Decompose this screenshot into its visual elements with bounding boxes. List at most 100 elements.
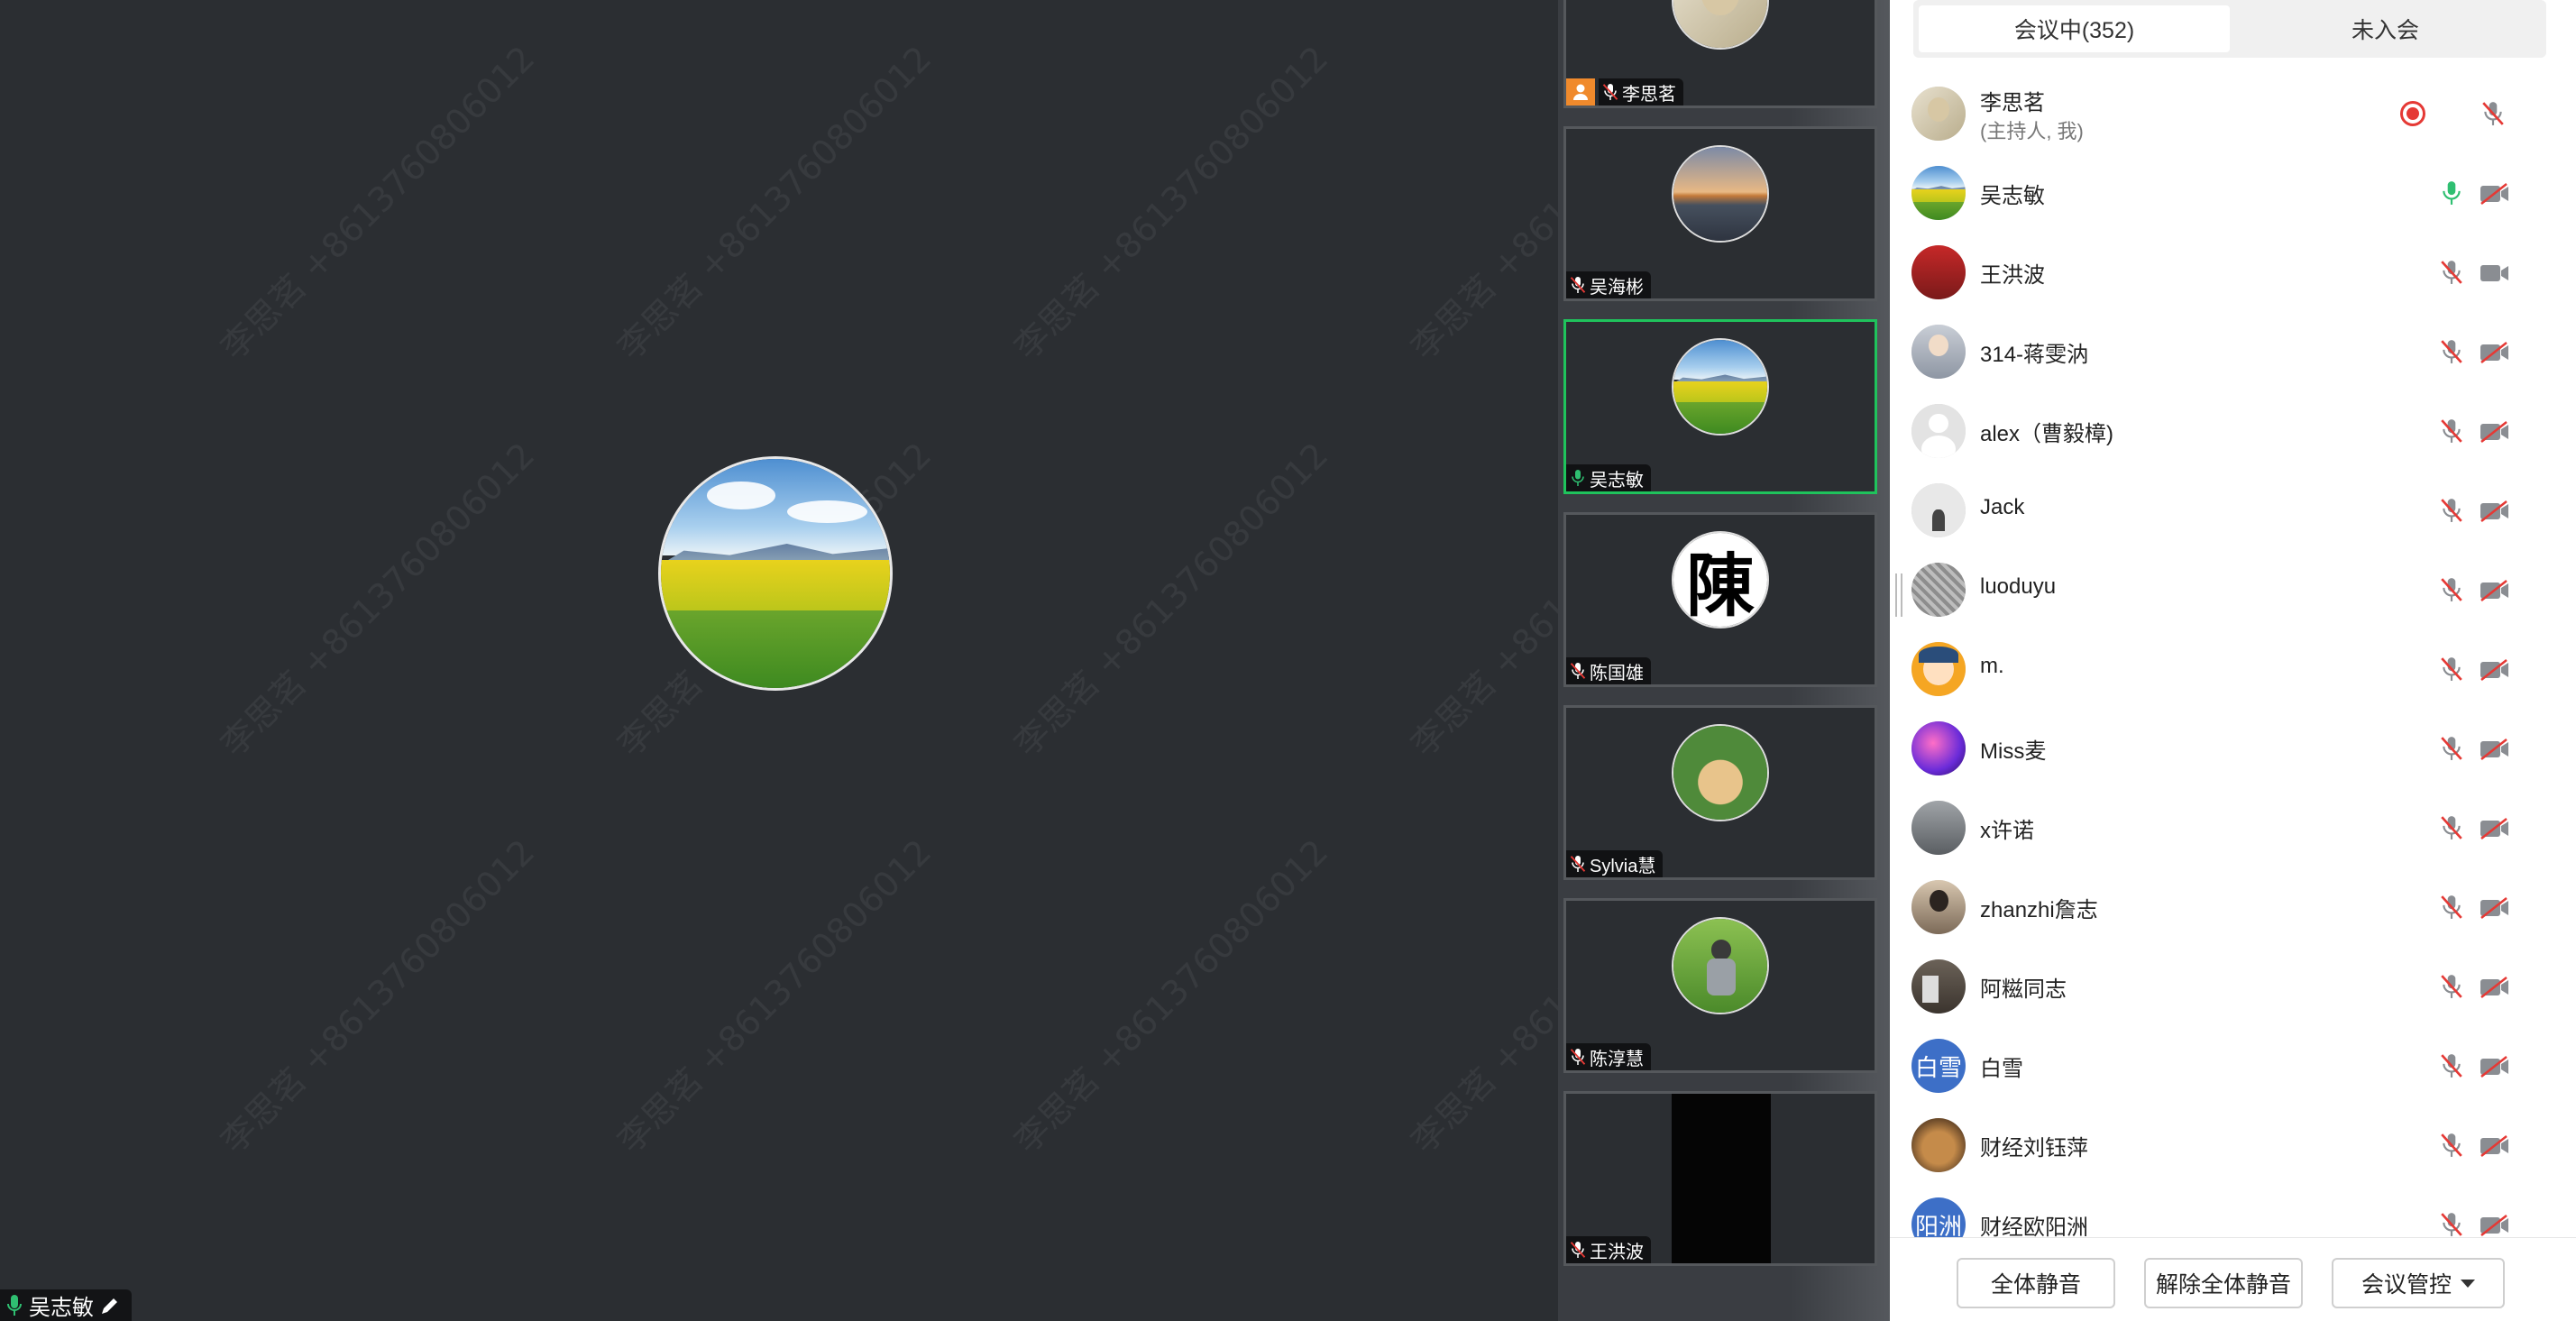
tile-avatar: 陳 bbox=[1672, 531, 1769, 628]
participant-name: x许诺 bbox=[1980, 819, 2034, 843]
camera-off-icon[interactable] bbox=[2480, 817, 2510, 840]
camera-on-icon[interactable] bbox=[2480, 261, 2510, 285]
mic-muted-icon[interactable] bbox=[2440, 1212, 2465, 1237]
tile-name-tag: 吴海彬 bbox=[1566, 271, 1651, 298]
mic-muted-icon[interactable] bbox=[2440, 894, 2465, 922]
camera-off-icon[interactable] bbox=[2480, 420, 2510, 444]
avatar: 阳洲 bbox=[1911, 1197, 1966, 1237]
participant-row[interactable]: m. bbox=[1890, 629, 2576, 709]
video-tile[interactable]: 王洪波 bbox=[1563, 1091, 1877, 1266]
participant-row[interactable]: 阿糍同志 bbox=[1890, 947, 2576, 1026]
main-speaker-name-tag[interactable]: 吴志敏 bbox=[0, 1289, 132, 1321]
video-tile[interactable]: 李思茗 bbox=[1563, 0, 1877, 108]
participant-name: 财经刘钰萍 bbox=[1980, 1136, 2088, 1160]
mic-muted-icon bbox=[1570, 1048, 1586, 1066]
mic-muted-icon[interactable] bbox=[2440, 815, 2465, 842]
mic-muted-icon[interactable] bbox=[2481, 101, 2507, 128]
participant-row[interactable]: alex（曹毅樟) bbox=[1890, 391, 2576, 471]
participant-row[interactable]: 李思茗 (主持人, 我) bbox=[1890, 74, 2576, 153]
avatar bbox=[1911, 325, 1966, 379]
camera-off-icon[interactable] bbox=[2480, 182, 2510, 206]
avatar bbox=[1911, 642, 1966, 696]
participants-panel: 会议中(352) 未入会 李思茗 (主持人, 我) 吴志敏 王洪波 314-蒋雯汭… bbox=[1890, 0, 2576, 1321]
mic-on-icon[interactable] bbox=[2440, 180, 2465, 207]
tile-participant-name: 吴志敏 bbox=[1590, 470, 1644, 491]
mute-all-button[interactable]: 全体静音 bbox=[1957, 1258, 2115, 1308]
mic-on-icon bbox=[1570, 469, 1586, 487]
camera-off-icon[interactable] bbox=[2480, 738, 2510, 761]
video-tile[interactable]: 吴志敏 bbox=[1563, 319, 1877, 494]
mic-muted-icon[interactable] bbox=[2440, 498, 2465, 525]
camera-off-icon[interactable] bbox=[2480, 341, 2510, 364]
watermark-text: 李思茗 +8613760806012 bbox=[1006, 831, 1336, 1161]
participant-name: 吴志敏 bbox=[1980, 184, 2045, 208]
camera-off-icon[interactable] bbox=[2480, 896, 2510, 920]
tile-participant-name: Sylvia慧 bbox=[1590, 856, 1656, 876]
camera-off-icon[interactable] bbox=[2480, 658, 2510, 682]
video-tile[interactable]: 陈淳慧 bbox=[1563, 898, 1877, 1073]
participant-row[interactable]: Miss麦 bbox=[1890, 709, 2576, 788]
avatar bbox=[1911, 404, 1966, 458]
watermark-text: 李思茗 +8613760806012 bbox=[610, 831, 940, 1161]
mic-muted-icon[interactable] bbox=[2440, 577, 2465, 604]
tile-avatar bbox=[1672, 0, 1769, 50]
participant-row[interactable]: x许诺 bbox=[1890, 788, 2576, 867]
participant-name: 财经欧阳洲 bbox=[1980, 1216, 2088, 1237]
watermark-text: 李思茗 +8613760806012 bbox=[1006, 38, 1336, 368]
participant-row[interactable]: zhanzhi詹志 bbox=[1890, 867, 2576, 947]
camera-off-icon[interactable] bbox=[2480, 579, 2510, 602]
video-tile[interactable]: Sylvia慧 bbox=[1563, 705, 1877, 880]
tile-participant-name: 吴海彬 bbox=[1590, 277, 1644, 298]
tile-name-tag: 陈国雄 bbox=[1566, 657, 1651, 684]
participant-name: 李思茗 bbox=[1980, 91, 2045, 115]
mic-muted-icon[interactable] bbox=[2440, 656, 2465, 683]
tile-name-tag: 王洪波 bbox=[1566, 1236, 1651, 1263]
camera-off-icon[interactable] bbox=[2480, 1214, 2510, 1237]
mic-muted-icon[interactable] bbox=[2440, 339, 2465, 366]
tab-in-meeting[interactable]: 会议中(352) bbox=[1919, 5, 2230, 52]
camera-off-icon[interactable] bbox=[2480, 976, 2510, 999]
unmute-all-button[interactable]: 解除全体静音 bbox=[2144, 1258, 2303, 1308]
mic-muted-icon[interactable] bbox=[2440, 418, 2465, 445]
participant-row[interactable]: 阳洲 财经欧阳洲 bbox=[1890, 1185, 2576, 1237]
mic-muted-icon[interactable] bbox=[2440, 260, 2465, 287]
participant-name: 白雪 bbox=[1980, 1057, 2023, 1081]
camera-off-icon[interactable] bbox=[2480, 500, 2510, 523]
camera-off-icon[interactable] bbox=[2480, 1134, 2510, 1158]
participant-row[interactable]: 财经刘钰萍 bbox=[1890, 1105, 2576, 1185]
avatar bbox=[1911, 166, 1966, 220]
participant-row[interactable]: luoduyu bbox=[1890, 550, 2576, 629]
mic-muted-icon[interactable] bbox=[2440, 1133, 2465, 1160]
participant-list[interactable]: 李思茗 (主持人, 我) 吴志敏 王洪波 314-蒋雯汭 alex（曹毅樟) J… bbox=[1890, 74, 2576, 1237]
mic-muted-icon[interactable] bbox=[2440, 974, 2465, 1001]
participant-row[interactable]: 王洪波 bbox=[1890, 233, 2576, 312]
main-video-stage[interactable]: 李思茗 +8613760806012 李思茗 +8613760806012 李思茗 … bbox=[0, 0, 1558, 1321]
mic-muted-icon bbox=[1570, 276, 1586, 294]
watermark-text: 李思茗 +8613760806012 bbox=[213, 435, 543, 765]
avatar bbox=[1911, 483, 1966, 537]
participant-name: Miss麦 bbox=[1980, 739, 2047, 764]
video-tile[interactable]: 吴海彬 bbox=[1563, 126, 1877, 301]
participant-role: (主持人, 我) bbox=[1980, 120, 2084, 142]
watermark-text: 李思茗 +8613760806012 bbox=[1403, 435, 1558, 765]
edit-pencil-icon[interactable] bbox=[99, 1295, 121, 1316]
video-thumbnail-strip[interactable]: 李思茗 吴海彬 吴志敏陳 陈国雄 Sylvia慧 陈淳慧 王洪波 bbox=[1558, 0, 1890, 1321]
participant-tabs: 会议中(352) 未入会 bbox=[1913, 0, 2546, 58]
recording-icon[interactable] bbox=[2400, 101, 2425, 126]
participant-name: alex（曹毅樟) bbox=[1980, 422, 2114, 446]
avatar bbox=[1911, 801, 1966, 855]
mic-muted-icon[interactable] bbox=[2440, 736, 2465, 763]
mic-muted-icon[interactable] bbox=[2440, 1053, 2465, 1080]
tile-avatar bbox=[1672, 724, 1769, 821]
camera-off-icon[interactable] bbox=[2480, 1055, 2510, 1078]
mic-muted-icon bbox=[1570, 855, 1586, 873]
video-tile[interactable]: 陳 陈国雄 bbox=[1563, 512, 1877, 687]
participant-row[interactable]: 白雪 白雪 bbox=[1890, 1026, 2576, 1105]
tab-not-joined[interactable]: 未入会 bbox=[2230, 5, 2541, 52]
meeting-control-button[interactable]: 会议管控 bbox=[2332, 1258, 2505, 1308]
participant-row[interactable]: 314-蒋雯汭 bbox=[1890, 312, 2576, 391]
chevron-down-icon bbox=[2461, 1279, 2475, 1288]
avatar bbox=[1911, 721, 1966, 775]
participant-row[interactable]: Jack bbox=[1890, 471, 2576, 550]
participant-row[interactable]: 吴志敏 bbox=[1890, 153, 2576, 233]
